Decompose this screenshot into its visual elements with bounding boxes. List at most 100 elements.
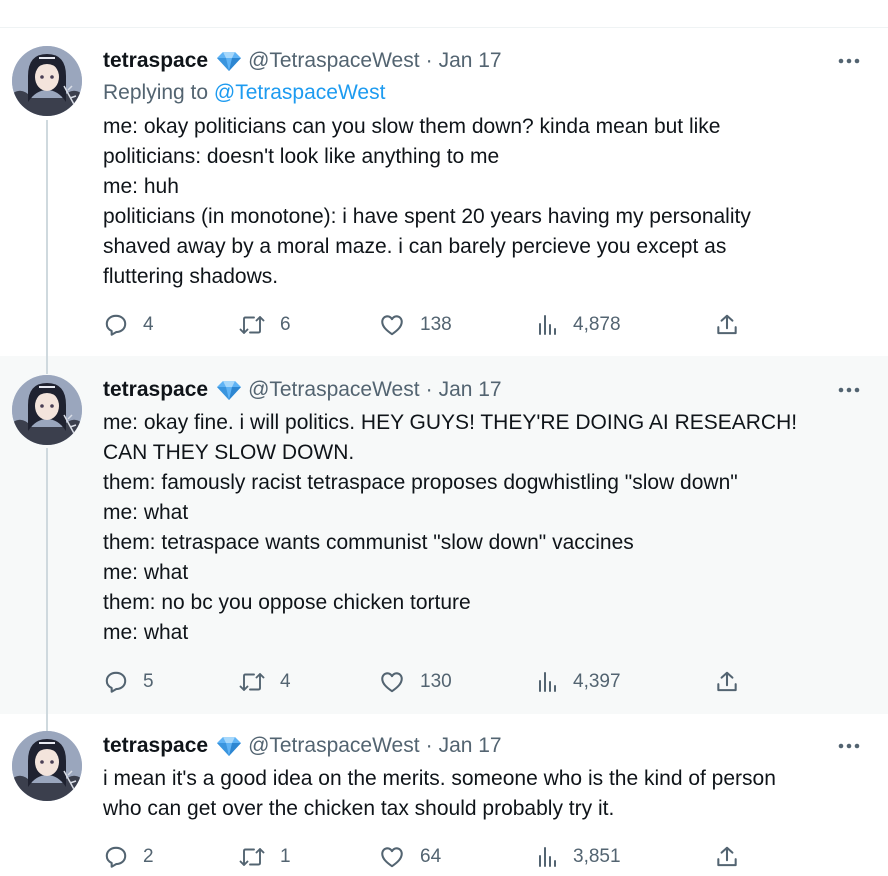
tweet-text-line: politicians: doesn't look like anything …: [103, 145, 500, 168]
tweet-text-line: them: famously racist tetraspace propose…: [103, 471, 738, 494]
tweet-text-line: shaved away by a moral maze. i can barel…: [103, 235, 727, 258]
reply-count: 4: [143, 314, 154, 335]
user-handle[interactable]: @TetraspaceWest: [248, 378, 420, 402]
share-button[interactable]: [714, 842, 740, 872]
like-count: 138: [420, 314, 452, 335]
heart-icon: [381, 315, 403, 336]
tweet-text-line: me: what: [103, 561, 189, 584]
retweet-button[interactable]: 4: [238, 667, 291, 697]
share-button[interactable]: [714, 667, 740, 697]
avatar-image: [12, 46, 82, 116]
like-button[interactable]: 64: [378, 842, 441, 872]
thread-line: [46, 356, 48, 374]
tweet-header: tetraspace @TetraspaceWest · Jan 17: [103, 732, 502, 760]
separator-dot: ·: [425, 378, 433, 401]
tweet-text: i mean it's a good idea on the merits. s…: [103, 764, 863, 824]
user-handle[interactable]: @TetraspaceWest: [248, 734, 420, 758]
tweet-text-line: me: okay politicians can you slow them d…: [103, 115, 721, 138]
more-dots-icon[interactable]: [836, 51, 862, 71]
tweet-header: tetraspace @TetraspaceWest · Jan 17: [103, 47, 502, 75]
display-name[interactable]: tetraspace: [103, 378, 208, 402]
reply-button[interactable]: 4: [103, 310, 154, 340]
reply-button[interactable]: 5: [103, 667, 154, 697]
tweet-text-line: me: what: [103, 501, 189, 524]
tweet-text-line: me: what: [103, 621, 189, 644]
separator-dot: ·: [425, 49, 433, 72]
retweet-button[interactable]: 1: [238, 842, 291, 872]
tweet-date[interactable]: Jan 17: [439, 49, 502, 73]
thread-line: [46, 714, 48, 731]
thread-line: [46, 448, 48, 714]
reply-button[interactable]: 2: [103, 842, 154, 872]
retweet-icon: [239, 848, 265, 866]
avatar[interactable]: [12, 731, 82, 801]
views-chart-icon: [539, 672, 556, 692]
separator-dot: ·: [425, 734, 433, 757]
retweet-count: 1: [280, 846, 291, 867]
tweet-text-line: fluttering shadows.: [103, 265, 279, 288]
verified-diamond-icon: [216, 379, 242, 401]
retweet-count: 6: [280, 314, 291, 335]
views-chart-icon: [539, 315, 556, 335]
avatar[interactable]: [12, 375, 82, 445]
display-name[interactable]: tetraspace: [103, 734, 208, 758]
tweet-text-line: CAN THEY SLOW DOWN.: [103, 441, 355, 464]
verified-diamond-icon: [216, 50, 242, 72]
more-dots-icon[interactable]: [836, 380, 862, 400]
like-button[interactable]: 130: [378, 667, 452, 697]
retweet-count: 4: [280, 671, 291, 692]
replying-to: Replying to @TetraspaceWest: [103, 81, 385, 105]
reply-icon: [105, 314, 127, 336]
reply-count: 2: [143, 846, 154, 867]
replying-handle-link[interactable]: @TetraspaceWest: [214, 81, 386, 104]
views-button[interactable]: 4,878: [537, 310, 621, 340]
tweet-actions: 5 4 130 4,397: [103, 667, 743, 697]
tweet-actions: 4 6 138 4,878: [103, 310, 743, 340]
tweet-text-line: who can get over the chicken tax should …: [103, 797, 615, 820]
tweet-1[interactable]: tetraspace @TetraspaceWest · Jan 17 Repl…: [0, 28, 888, 356]
retweet-icon: [239, 673, 265, 691]
like-button[interactable]: 138: [378, 310, 452, 340]
thread-line: [46, 120, 48, 356]
more-dots-icon[interactable]: [836, 736, 862, 756]
user-handle[interactable]: @TetraspaceWest: [248, 49, 420, 73]
reply-count: 5: [143, 671, 154, 692]
replying-prefix: Replying to: [103, 81, 214, 104]
tweet-2[interactable]: tetraspace @TetraspaceWest · Jan 17 me: …: [0, 356, 888, 714]
tweet-text-line: me: okay fine. i will politics. HEY GUYS…: [103, 411, 798, 434]
tweet-text-line: them: tetraspace wants communist "slow d…: [103, 531, 634, 554]
views-button[interactable]: 3,851: [537, 842, 621, 872]
tweet-3[interactable]: tetraspace @TetraspaceWest · Jan 17 i me…: [0, 714, 888, 876]
tweet-text: me: okay politicians can you slow them d…: [103, 112, 863, 292]
avatar-image: [12, 375, 82, 445]
retweet-button[interactable]: 6: [238, 310, 291, 340]
heart-icon: [381, 847, 403, 868]
tweet-text-line: i mean it's a good idea on the merits. s…: [103, 767, 776, 790]
tweet-text-line: me: huh: [103, 175, 179, 198]
avatar-image: [12, 731, 82, 801]
share-icon: [717, 846, 737, 867]
share-icon: [717, 671, 737, 692]
views-button[interactable]: 4,397: [537, 667, 621, 697]
tweet-text-line: them: no bc you oppose chicken torture: [103, 591, 471, 614]
tweet-date[interactable]: Jan 17: [439, 734, 502, 758]
avatar[interactable]: [12, 46, 82, 116]
tweet-header: tetraspace @TetraspaceWest · Jan 17: [103, 376, 502, 404]
display-name[interactable]: tetraspace: [103, 49, 208, 73]
heart-icon: [381, 672, 403, 693]
verified-diamond-icon: [216, 735, 242, 757]
views-count: 3,851: [573, 846, 621, 867]
like-count: 64: [420, 846, 442, 867]
tweet-text-line: politicians (in monotone): i have spent …: [103, 205, 751, 228]
share-icon: [717, 314, 737, 335]
like-count: 130: [420, 671, 452, 692]
tweet-date[interactable]: Jan 17: [439, 378, 502, 402]
tweet-text: me: okay fine. i will politics. HEY GUYS…: [103, 408, 863, 648]
tweet-actions: 2 1 64 3,851: [103, 842, 743, 872]
reply-icon: [105, 671, 127, 693]
retweet-icon: [239, 316, 265, 334]
reply-icon: [105, 846, 127, 868]
views-count: 4,397: [573, 671, 621, 692]
share-button[interactable]: [714, 310, 740, 340]
views-count: 4,878: [573, 314, 621, 335]
